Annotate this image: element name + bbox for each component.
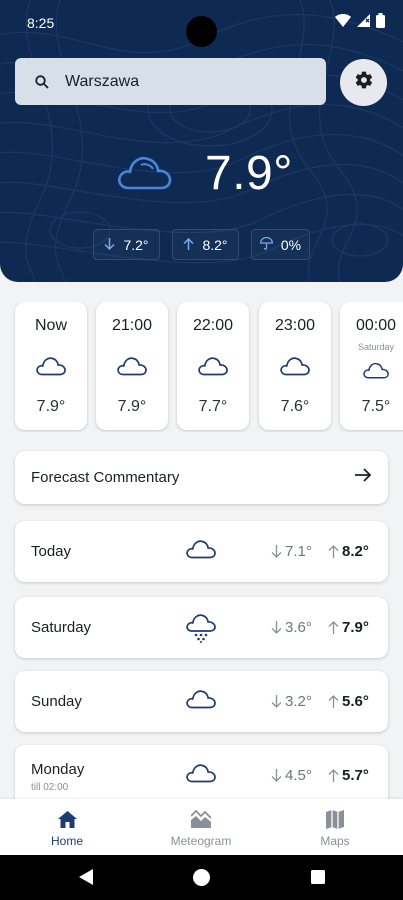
settings-button[interactable]	[340, 59, 387, 106]
search-bar[interactable]	[15, 58, 326, 105]
wifi-icon	[335, 14, 351, 32]
arrow-right-icon	[355, 468, 372, 487]
cloud-icon	[362, 360, 390, 384]
cloud-icon	[185, 687, 217, 714]
day-name: Monday	[31, 761, 85, 778]
hour-temperature: 7.9°	[117, 398, 147, 415]
day-name: Today	[31, 543, 72, 560]
hour-temperature: 7.7°	[198, 398, 228, 415]
home-circle-icon[interactable]	[191, 867, 211, 887]
hour-label: Now	[34, 317, 67, 334]
map-icon	[326, 808, 344, 830]
hour-label: 23:00	[274, 317, 316, 334]
gear-icon	[354, 70, 374, 95]
current-temperature: 7.9°	[205, 147, 293, 200]
cloud-icon	[115, 151, 173, 196]
hour-label: 22:00	[192, 317, 234, 334]
tab-home[interactable]: Home	[0, 799, 134, 855]
day-low-value: 3.6°	[285, 619, 312, 636]
day-high: 5.6°	[328, 693, 369, 710]
day-low: 7.1°	[271, 543, 312, 560]
day-high-value: 8.2°	[342, 543, 369, 560]
hour-card[interactable]: 23:00 7.6°	[259, 302, 331, 430]
recents-icon[interactable]	[308, 867, 328, 887]
day-high: 8.2°	[328, 543, 369, 560]
hour-day-label: Saturday	[357, 342, 395, 352]
cloud-icon	[279, 354, 311, 381]
cloud-icon	[185, 537, 217, 564]
home-icon	[57, 808, 77, 830]
day-low: 3.2°	[271, 693, 312, 710]
day-row[interactable]: Today 7.1° 8.2°	[15, 521, 388, 582]
day-low-value: 4.5°	[285, 767, 312, 784]
status-bar: 8:25	[0, 0, 403, 48]
forecast-commentary-button[interactable]: Forecast Commentary	[15, 451, 388, 504]
hour-card[interactable]: 22:00 7.7°	[177, 302, 249, 430]
chip-min-temp: 7.2°	[93, 229, 160, 260]
day-low: 4.5°	[271, 767, 312, 784]
system-navigation-bar	[0, 855, 403, 900]
tab-maps[interactable]: Maps	[268, 799, 402, 855]
day-high-value: 7.9°	[342, 619, 369, 636]
arrow-up-icon	[183, 237, 194, 253]
camera-cutout	[186, 16, 217, 47]
day-low-value: 7.1°	[285, 543, 312, 560]
tab-label: Meteogram	[170, 834, 232, 848]
cloud-rain-icon	[185, 613, 217, 648]
cloud-icon	[116, 354, 148, 381]
current-weather: 7.9°	[115, 146, 293, 201]
day-row[interactable]: Monday till 02:00 4.5° 5.7°	[15, 745, 388, 806]
hour-temperature: 7.5°	[361, 398, 391, 415]
search-icon	[33, 73, 51, 91]
status-time: 8:25	[27, 15, 55, 31]
hour-card[interactable]: 21:00 7.9°	[96, 302, 168, 430]
chip-label: 7.2°	[123, 236, 149, 253]
arrow-down-icon	[104, 237, 115, 253]
hour-temperature: 7.9°	[36, 398, 66, 415]
day-high: 7.9°	[328, 619, 369, 636]
day-high-value: 5.6°	[342, 693, 369, 710]
cloud-icon	[185, 761, 217, 788]
day-name: Saturday	[31, 619, 92, 636]
tab-label: Home	[50, 834, 83, 848]
hourly-forecast[interactable]: Now 7.9° 21:00 7.9° 22:00 7.7° 23:00 7.6…	[0, 302, 403, 432]
hour-card[interactable]: 00:00 Saturday 7.5°	[340, 302, 403, 430]
day-high-value: 5.7°	[342, 767, 369, 784]
hour-label: 21:00	[111, 317, 153, 334]
day-low-value: 3.2°	[285, 693, 312, 710]
chip-precipitation: 0%	[251, 229, 310, 260]
tab-label: Maps	[320, 834, 350, 848]
forecast-commentary-label: Forecast Commentary	[31, 469, 180, 486]
day-sub-label: till 02:00	[31, 782, 69, 793]
chip-label: 0%	[280, 236, 302, 253]
signal-icon	[357, 14, 370, 32]
cloud-icon	[197, 354, 229, 381]
umbrella-icon	[259, 236, 274, 253]
battery-icon	[376, 13, 385, 33]
bottom-navigation: Home Meteogram Maps	[0, 799, 403, 855]
hour-card[interactable]: Now 7.9°	[15, 302, 87, 430]
chip-max-temp: 8.2°	[172, 229, 239, 260]
day-row[interactable]: Sunday 3.2° 5.6°	[15, 671, 388, 732]
day-low: 3.6°	[271, 619, 312, 636]
hour-temperature: 7.6°	[280, 398, 310, 415]
tab-meteogram[interactable]: Meteogram	[134, 799, 268, 855]
back-icon[interactable]	[76, 867, 96, 887]
header: 8:25 7.9°	[0, 0, 403, 282]
day-row[interactable]: Saturday 3.6° 7.9°	[15, 597, 388, 658]
search-input[interactable]	[65, 72, 295, 91]
meteogram-icon	[191, 808, 211, 830]
hour-label: 00:00	[355, 317, 397, 334]
cloud-icon	[35, 354, 67, 381]
day-name: Sunday	[31, 693, 82, 710]
day-high: 5.7°	[328, 767, 369, 784]
chip-label: 8.2°	[202, 236, 228, 253]
